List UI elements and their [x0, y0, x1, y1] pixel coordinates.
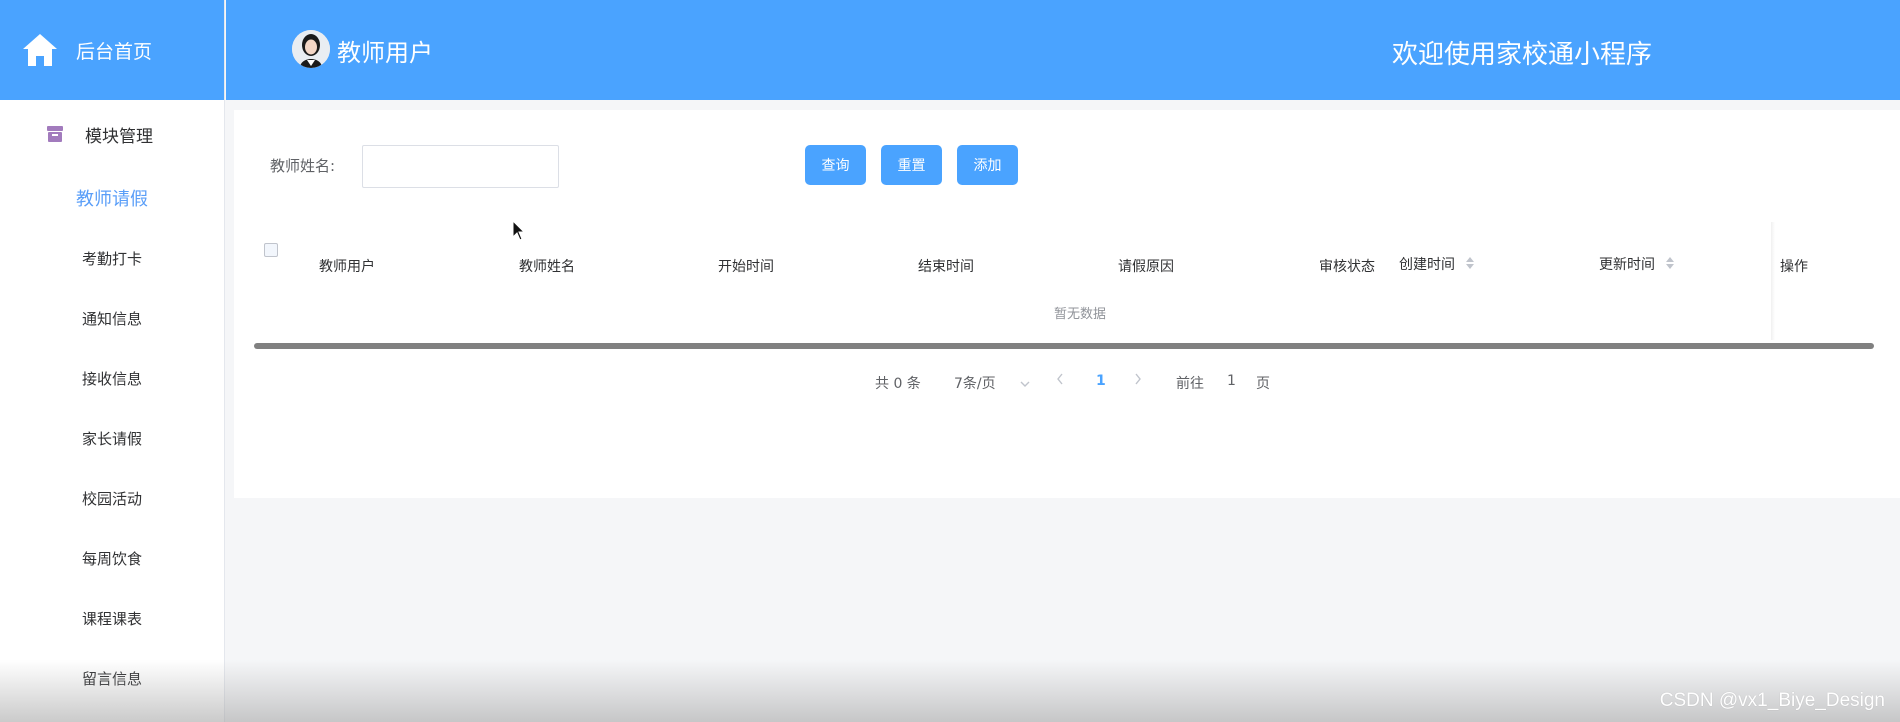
- column-leave-reason: 请假原因: [1118, 259, 1174, 275]
- sort-caret-icon[interactable]: [1465, 256, 1475, 274]
- avatar[interactable]: [292, 30, 330, 68]
- sidebar-home-label: 后台首页: [76, 40, 153, 63]
- column-end-time: 结束时间: [918, 259, 974, 275]
- sidebar-item-received[interactable]: 接收信息: [0, 348, 224, 408]
- sidebar-group-module[interactable]: 模块管理: [0, 100, 224, 168]
- column-review-status: 审核状态: [1319, 259, 1375, 275]
- pagination-page-1[interactable]: 1: [1096, 373, 1106, 389]
- column-updated-time[interactable]: 更新时间: [1599, 254, 1675, 274]
- column-created-time[interactable]: 创建时间: [1399, 254, 1475, 274]
- table-empty-text: 暂无数据: [1054, 307, 1107, 322]
- teacher-name-input[interactable]: [362, 145, 559, 188]
- goto-label: 前往: [1176, 376, 1204, 392]
- header-welcome: 欢迎使用家校通小程序: [1392, 40, 1653, 70]
- sidebar-item-schedule[interactable]: 课程课表: [0, 588, 224, 648]
- content-card: 教师姓名: 查询 重置 添加 教师用户 教师姓名 开始时间 结束时间 请假原因 …: [234, 110, 1900, 498]
- column-created-time-label: 创建时间: [1399, 257, 1455, 273]
- column-teacher-user: 教师用户: [319, 259, 375, 275]
- page-unit-label: 页: [1256, 376, 1270, 392]
- sidebar: 后台首页 模块管理 教师请假 考勤打卡 通知信息 接收信息 家长请假 校园活动 …: [0, 0, 225, 722]
- sidebar-item-parent-leave[interactable]: 家长请假: [0, 408, 224, 468]
- column-actions: 操作: [1780, 259, 1808, 275]
- sidebar-home[interactable]: 后台首页: [0, 0, 224, 100]
- fixed-column-shadow: [1771, 222, 1775, 340]
- prev-page-icon[interactable]: [1056, 373, 1064, 389]
- chevron-down-icon: [1020, 376, 1030, 392]
- sidebar-item-weekly-meals[interactable]: 每周饮食: [0, 528, 224, 588]
- pagination-total: 共 0 条: [875, 376, 921, 392]
- sidebar-group-label: 模块管理: [85, 126, 153, 147]
- horizontal-scrollbar[interactable]: [254, 343, 1874, 349]
- table-header: 教师用户 教师姓名 开始时间 结束时间 请假原因 审核状态 创建时间 更新时间 …: [254, 242, 1900, 290]
- sidebar-item-messages[interactable]: 留言信息: [0, 648, 224, 708]
- mouse-cursor-icon: [512, 219, 526, 246]
- query-button[interactable]: 查询: [805, 145, 866, 185]
- add-button[interactable]: 添加: [957, 145, 1018, 185]
- sort-caret-icon[interactable]: [1665, 256, 1675, 274]
- column-updated-time-label: 更新时间: [1599, 257, 1655, 273]
- home-icon: [20, 30, 60, 70]
- reset-button[interactable]: 重置: [881, 145, 942, 185]
- page-size-select[interactable]: 7条/页: [954, 373, 1030, 393]
- bottom-fade-overlay: [0, 660, 1900, 722]
- goto-page-input[interactable]: 1: [1227, 373, 1236, 389]
- column-teacher-name: 教师姓名: [519, 259, 575, 275]
- column-start-time: 开始时间: [718, 259, 774, 275]
- teacher-name-label: 教师姓名:: [270, 157, 336, 175]
- archive-icon: [45, 124, 65, 144]
- header-user-role: 教师用户: [337, 39, 433, 67]
- sidebar-item-campus-activity[interactable]: 校园活动: [0, 468, 224, 528]
- top-header: 教师用户 欢迎使用家校通小程序: [226, 0, 1900, 100]
- sidebar-item-teacher-leave[interactable]: 教师请假: [0, 168, 224, 228]
- sidebar-item-notice[interactable]: 通知信息: [0, 288, 224, 348]
- sidebar-item-attendance[interactable]: 考勤打卡: [0, 228, 224, 288]
- next-page-icon[interactable]: [1134, 373, 1142, 389]
- watermark: CSDN @vx1_Biye_Design: [1659, 690, 1885, 711]
- page-size-value: 7条/页: [954, 376, 996, 392]
